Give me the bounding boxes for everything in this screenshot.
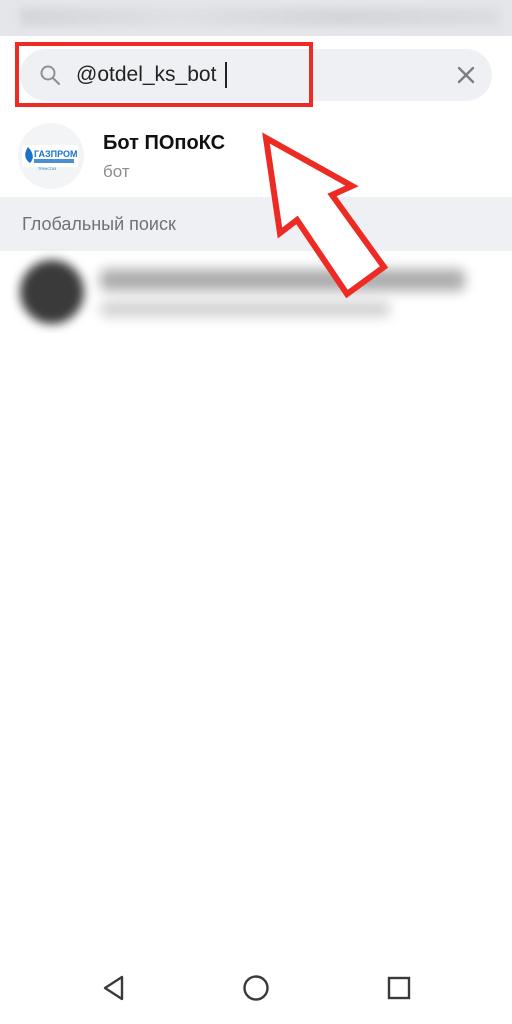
- square-recents-icon[interactable]: [385, 974, 413, 1002]
- annotation-arrow: [262, 132, 389, 299]
- navigation-bar: [0, 950, 512, 1024]
- triangle-back-icon[interactable]: [100, 974, 128, 1002]
- circle-home-icon[interactable]: [242, 974, 270, 1002]
